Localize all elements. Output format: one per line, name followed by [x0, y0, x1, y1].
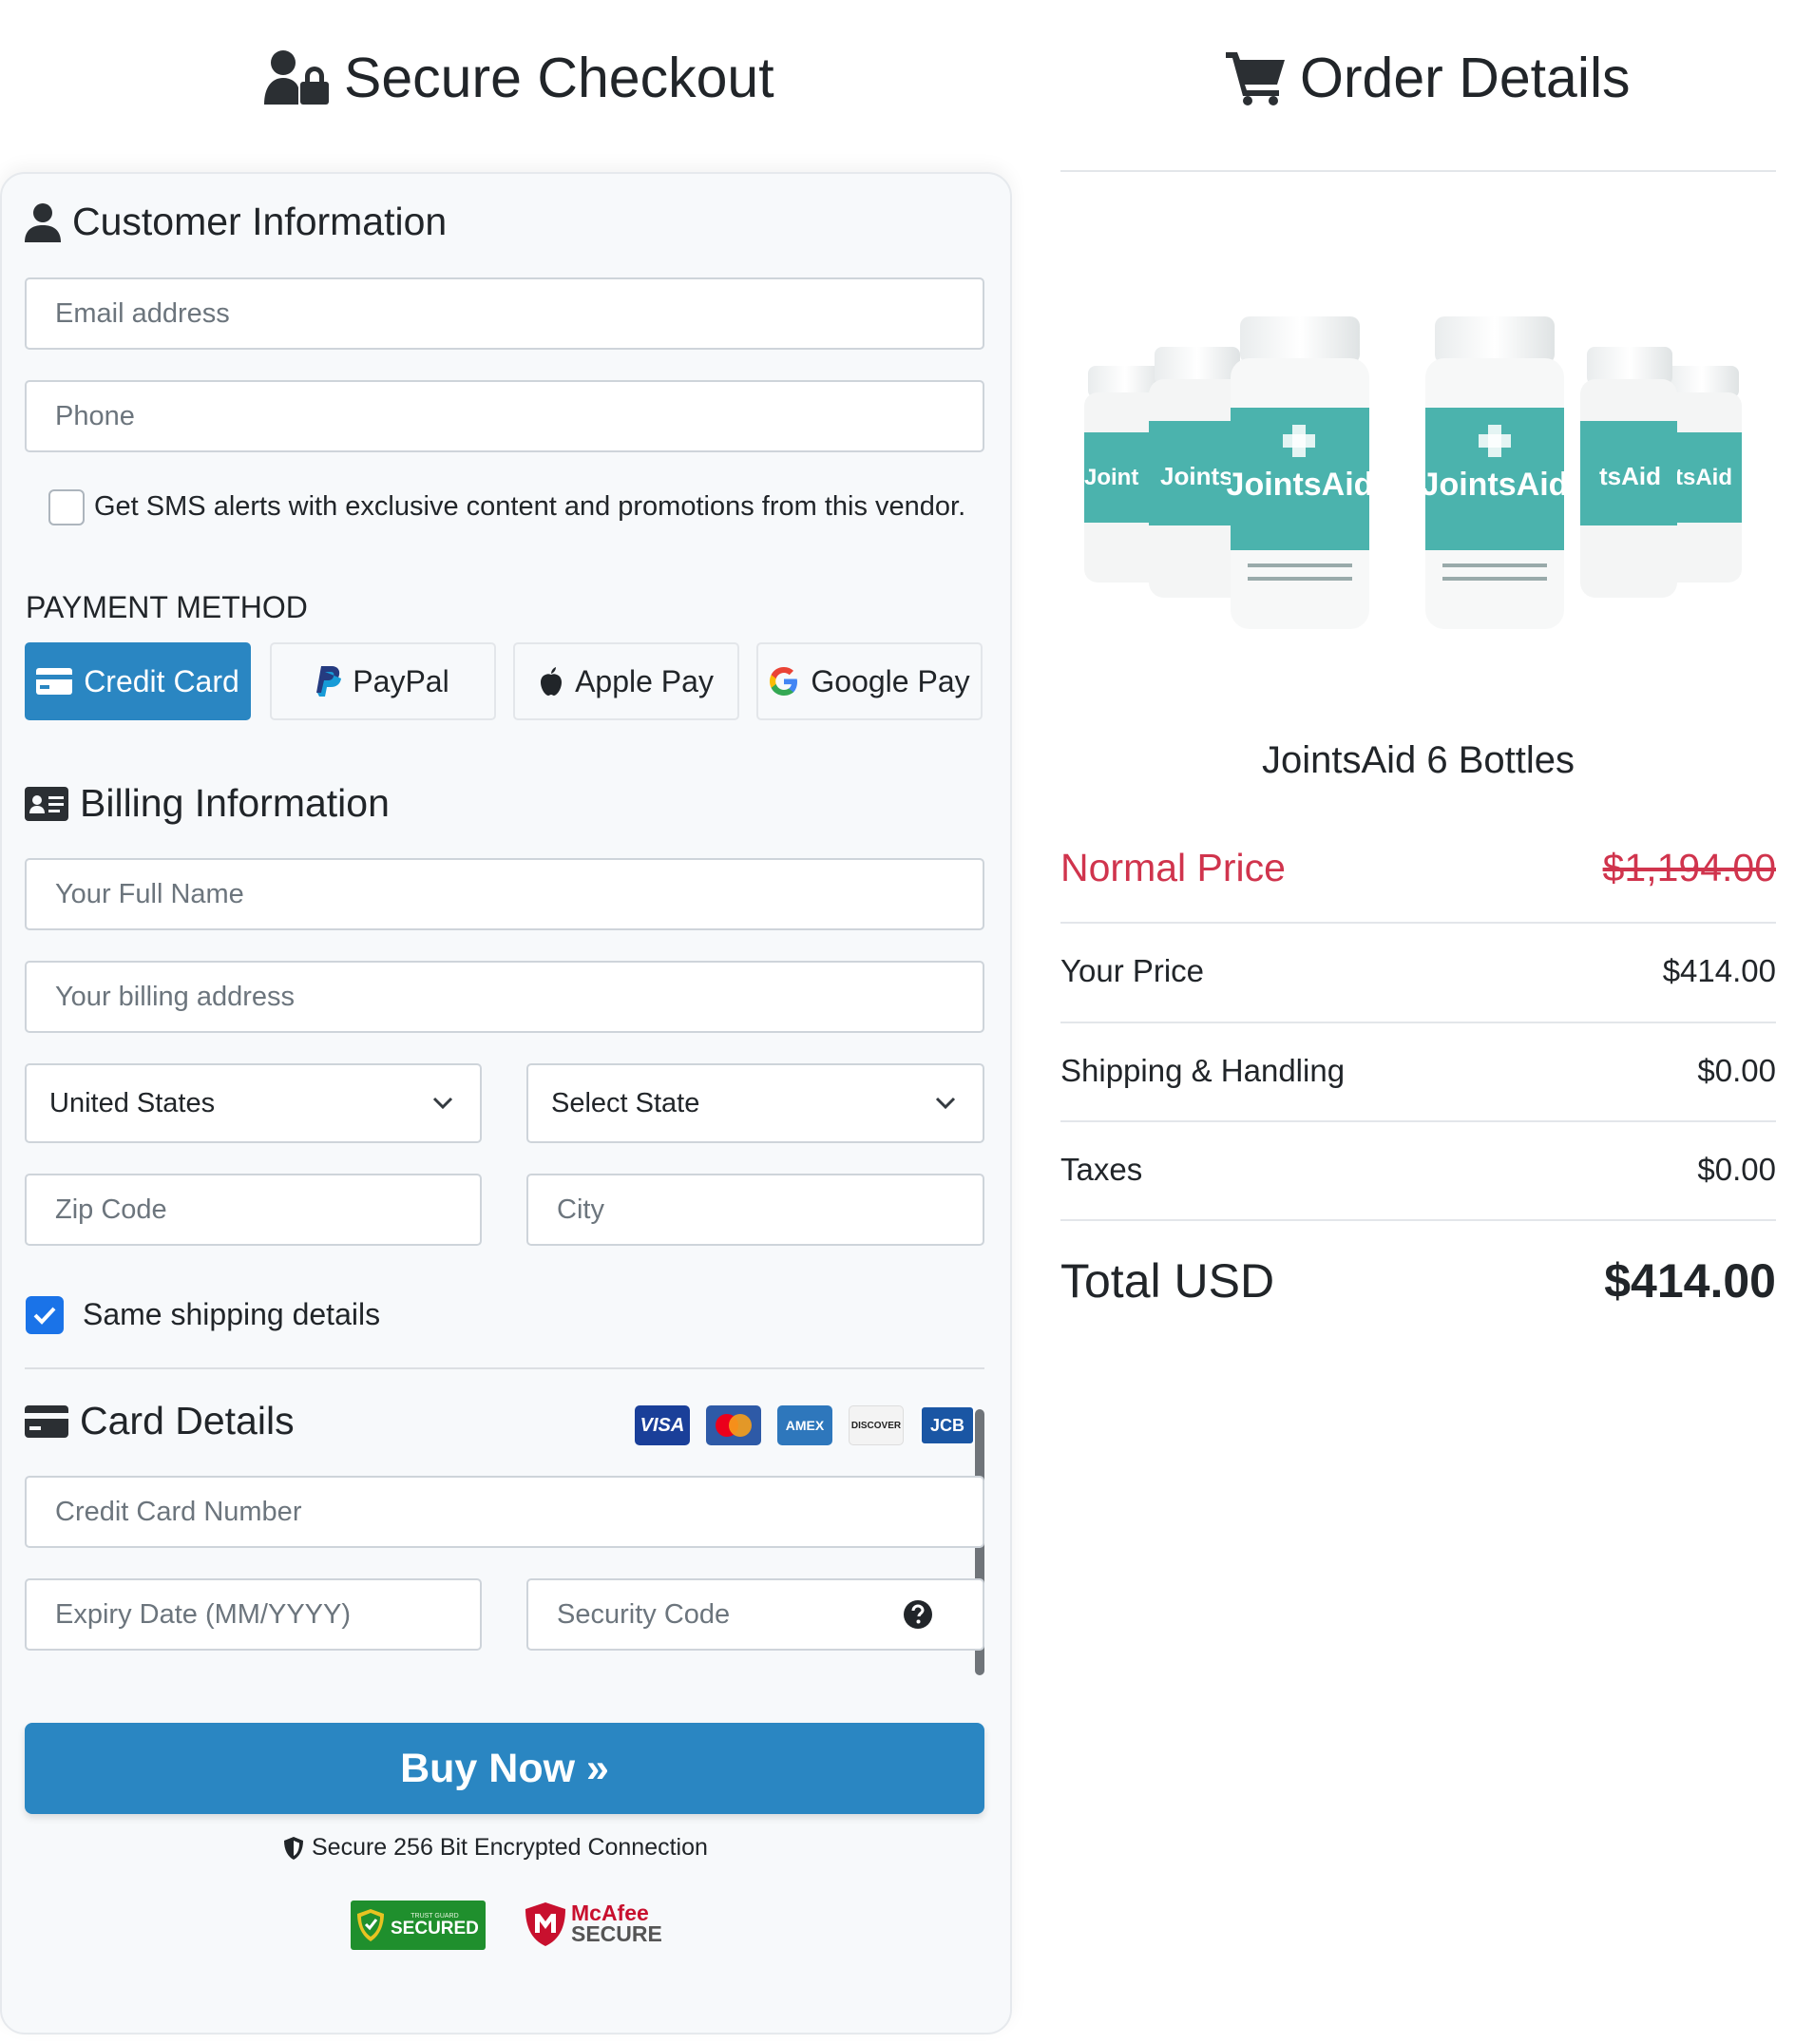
address-card-icon — [25, 786, 68, 821]
payment-method-title: PAYMENT METHOD — [26, 590, 308, 624]
shield-icon — [284, 1836, 303, 1860]
svg-text:JointsAid: JointsAid — [1227, 467, 1374, 503]
svg-text:JointsAid: JointsAid — [1422, 467, 1569, 503]
credit-card-tab[interactable]: Credit Card — [25, 642, 251, 720]
checkout-heading-text: Secure Checkout — [344, 47, 774, 109]
credit-card-icon — [25, 1404, 68, 1438]
phone-field[interactable]: Phone — [25, 380, 984, 452]
google-icon — [770, 667, 798, 696]
same-shipping-checkbox[interactable] — [26, 1296, 64, 1334]
total-value: $414.00 — [1604, 1254, 1776, 1308]
billing-address-field[interactable]: Your billing address — [25, 961, 984, 1033]
checkmark-icon — [33, 1307, 56, 1325]
price-divider — [1060, 922, 1776, 924]
svg-text:Joints: Joints — [1160, 462, 1233, 490]
card-number-field[interactable]: Credit Card Number — [25, 1476, 984, 1548]
order-divider — [1060, 170, 1776, 172]
sms-alerts-label: Get SMS alerts with exclusive content an… — [94, 491, 966, 522]
total-label: Total USD — [1060, 1254, 1275, 1308]
taxes-value: $0.00 — [1697, 1152, 1776, 1187]
shipping-value: $0.00 — [1697, 1053, 1776, 1088]
bottle-front-right: JointsAid — [1422, 316, 1569, 629]
paypal-tab[interactable]: PayPal — [270, 642, 496, 720]
user-icon — [25, 202, 61, 242]
expiry-date-field[interactable]: Expiry Date (MM/YYYY) — [25, 1578, 482, 1651]
product-image: tsAid Joint Joints tsAid JointsAid Joint… — [1084, 316, 1742, 629]
normal-price-value: $1,194.00 — [1602, 846, 1776, 889]
billing-info-title: Billing Information — [25, 781, 390, 826]
shopping-cart-icon — [1226, 52, 1285, 105]
question-circle-icon[interactable] — [903, 1599, 933, 1630]
country-select[interactable]: United States — [25, 1063, 482, 1143]
sms-alerts-checkbox[interactable] — [48, 489, 85, 525]
product-name: JointsAid 6 Bottles — [1261, 739, 1575, 781]
security-code-field[interactable]: Security Code — [526, 1578, 984, 1651]
same-shipping-label: Same shipping details — [83, 1297, 381, 1331]
buy-now-button[interactable]: Buy Now » — [25, 1723, 984, 1814]
mastercard-logo — [706, 1405, 761, 1445]
price-divider — [1060, 1120, 1776, 1122]
billing-divider — [25, 1367, 984, 1369]
svg-text:tsAid: tsAid — [1675, 465, 1732, 490]
discover-logo: DISCOVER — [849, 1405, 904, 1445]
bottle-front-left: JointsAid — [1227, 316, 1374, 629]
email-field[interactable]: Email address — [25, 277, 984, 350]
normal-price-row: Normal Price $1,194.00 — [1060, 846, 1776, 890]
price-divider — [1060, 1022, 1776, 1023]
order-details-heading: Order Details — [1226, 46, 1631, 110]
visa-logo: VISA — [635, 1405, 690, 1445]
apple-pay-tab[interactable]: Apple Pay — [513, 642, 739, 720]
price-divider — [1060, 1219, 1776, 1221]
credit-card-icon — [36, 668, 73, 695]
order-heading-text: Order Details — [1300, 47, 1631, 109]
your-price-value: $414.00 — [1662, 953, 1776, 988]
city-field[interactable]: City — [526, 1174, 984, 1246]
mcafee-secure-badge: McAfee SECURE — [524, 1901, 662, 1948]
customer-info-title: Customer Information — [25, 200, 447, 244]
svg-text:Joint: Joint — [1084, 465, 1138, 490]
shield-check-icon — [357, 1909, 384, 1941]
paypal-icon — [316, 666, 342, 697]
bottle-mid-right: tsAid — [1580, 347, 1677, 598]
full-name-field[interactable]: Your Full Name — [25, 858, 984, 930]
amex-logo: AMEX — [777, 1405, 832, 1445]
user-lock-icon — [264, 50, 329, 105]
google-pay-tab[interactable]: Google Pay — [756, 642, 983, 720]
secure-connection-note: Secure 256 Bit Encrypted Connection — [283, 1834, 708, 1862]
state-select[interactable]: Select State — [526, 1063, 984, 1143]
secure-checkout-heading: Secure Checkout — [262, 46, 774, 110]
zip-code-field[interactable]: Zip Code — [25, 1174, 482, 1246]
your-price-label: Your Price — [1060, 953, 1205, 988]
normal-price-label: Normal Price — [1060, 846, 1286, 889]
shipping-row: Shipping & Handling $0.00 — [1060, 1053, 1776, 1089]
mcafee-shield-icon — [525, 1902, 565, 1946]
svg-text:tsAid: tsAid — [1599, 462, 1661, 490]
trust-guard-badge: TRUST GUARD SECURED — [351, 1901, 486, 1950]
apple-icon — [541, 667, 563, 696]
shipping-label: Shipping & Handling — [1060, 1053, 1346, 1088]
chevron-down-icon — [432, 1097, 453, 1110]
card-details-title: Card Details — [25, 1399, 295, 1443]
taxes-row: Taxes $0.00 — [1060, 1152, 1776, 1188]
chevron-down-icon — [935, 1097, 956, 1110]
mastercard-circles-icon — [716, 1414, 752, 1437]
jcb-logo: JCB — [920, 1405, 975, 1445]
your-price-row: Your Price $414.00 — [1060, 953, 1776, 989]
taxes-label: Taxes — [1060, 1152, 1143, 1187]
total-row: Total USD $414.00 — [1060, 1253, 1776, 1309]
